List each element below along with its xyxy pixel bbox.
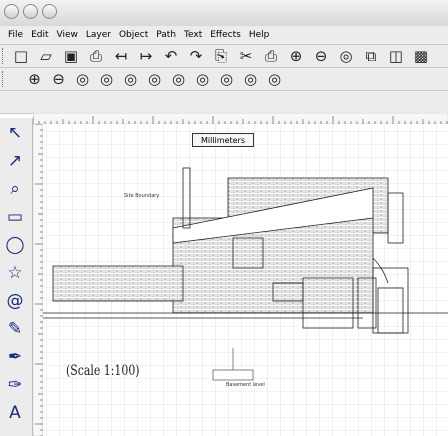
basement-level-label: Basement level	[226, 382, 265, 388]
tools-palette: ↖ ↗ ⌕ ▭ ◯ ☆ @ ✎ ✒ ✑ A	[0, 118, 33, 436]
zoom-out-icon[interactable]: ⊖	[310, 47, 333, 65]
maximize-window-button[interactable]	[42, 4, 57, 19]
menu-object[interactable]: Object	[119, 30, 148, 40]
star-tool-icon[interactable]: ☆	[3, 262, 27, 284]
close-window-button[interactable]	[4, 4, 19, 19]
units-selector[interactable]: Millimeters	[192, 133, 254, 147]
menu-bar: File Edit View Layer Object Path Text Ef…	[0, 26, 448, 45]
site-boundary-label: Site Boundary	[124, 193, 160, 199]
menu-help[interactable]: Help	[249, 30, 270, 40]
group-icon[interactable]: ▩	[410, 47, 433, 65]
copy-icon[interactable]: ⎘	[210, 47, 233, 65]
zoom-3-icon[interactable]: ◎	[72, 70, 94, 88]
toolbar-grip[interactable]	[2, 48, 6, 64]
ellipse-tool-icon[interactable]: ◯	[3, 234, 27, 256]
text-tool-icon[interactable]: A	[3, 402, 27, 424]
zoom-4-icon[interactable]: ◎	[96, 70, 118, 88]
menu-path[interactable]: Path	[156, 30, 176, 40]
drawing-svg	[33, 118, 448, 436]
spiral-tool-icon[interactable]: @	[3, 290, 27, 312]
cut-icon[interactable]: ✂	[235, 47, 258, 65]
import-icon[interactable]: ↤	[110, 47, 133, 65]
drawing-canvas[interactable]	[33, 118, 448, 436]
rectangle-tool-icon[interactable]: ▭	[3, 206, 27, 228]
node-tool-icon[interactable]: ↗	[3, 150, 27, 172]
units-label: Millimeters	[200, 135, 246, 145]
zoom-9-icon[interactable]: ◎	[216, 70, 238, 88]
open-icon[interactable]: ▱	[35, 47, 58, 65]
menu-text[interactable]: Text	[184, 30, 202, 40]
zoom-tool-icon[interactable]: ⌕	[3, 178, 27, 200]
snap-toolbar	[0, 91, 448, 114]
undo-icon[interactable]: ↶	[160, 47, 183, 65]
paste-icon[interactable]: ⎙	[260, 47, 283, 65]
redo-icon[interactable]: ↷	[185, 47, 208, 65]
zoom-11-icon[interactable]: ◎	[264, 70, 286, 88]
pencil-tool-icon[interactable]: ✎	[3, 318, 27, 340]
menu-effects[interactable]: Effects	[210, 30, 241, 40]
view-toolbar: ⊕ ⊖ ◎ ◎ ◎ ◎ ◎ ◎ ◎ ◎ ◎	[0, 68, 448, 91]
menu-edit[interactable]: Edit	[31, 30, 48, 40]
clone-icon[interactable]: ◫	[385, 47, 408, 65]
zoom-1-icon[interactable]: ⊕	[24, 70, 46, 88]
menu-view[interactable]: View	[57, 30, 78, 40]
zoom-2-icon[interactable]: ⊖	[48, 70, 70, 88]
zoom-7-icon[interactable]: ◎	[168, 70, 190, 88]
new-icon[interactable]: □	[10, 47, 33, 65]
menu-file[interactable]: File	[8, 30, 23, 40]
export-icon[interactable]: ↦	[135, 47, 158, 65]
print-icon[interactable]: ⎙	[85, 47, 108, 65]
zoom-in-icon[interactable]: ⊕	[285, 47, 308, 65]
zoom-8-icon[interactable]: ◎	[192, 70, 214, 88]
zoom-6-icon[interactable]: ◎	[144, 70, 166, 88]
selector-tool-icon[interactable]: ↖	[3, 122, 27, 144]
toolbar-grip[interactable]	[2, 71, 6, 87]
menu-layer[interactable]: Layer	[86, 30, 111, 40]
pen-tool-icon[interactable]: ✒	[3, 346, 27, 368]
minimize-window-button[interactable]	[23, 4, 38, 19]
duplicate-icon[interactable]: ⧉	[360, 47, 383, 65]
zoom-10-icon[interactable]: ◎	[240, 70, 262, 88]
zoom-fit-icon[interactable]: ◎	[335, 47, 358, 65]
commands-toolbar: □ ▱ ▣ ⎙ ↤ ↦ ↶ ↷ ⎘ ✂ ⎙ ⊕ ⊖ ◎ ⧉ ◫ ▩	[0, 45, 448, 68]
title-bar	[0, 0, 448, 27]
calligraphy-tool-icon[interactable]: ✑	[3, 374, 27, 396]
scale-label: (Scale 1:100)	[66, 363, 140, 379]
horizontal-ruler[interactable]	[33, 113, 448, 124]
save-icon[interactable]: ▣	[60, 47, 83, 65]
vertical-ruler[interactable]	[33, 124, 43, 436]
zoom-5-icon[interactable]: ◎	[120, 70, 142, 88]
